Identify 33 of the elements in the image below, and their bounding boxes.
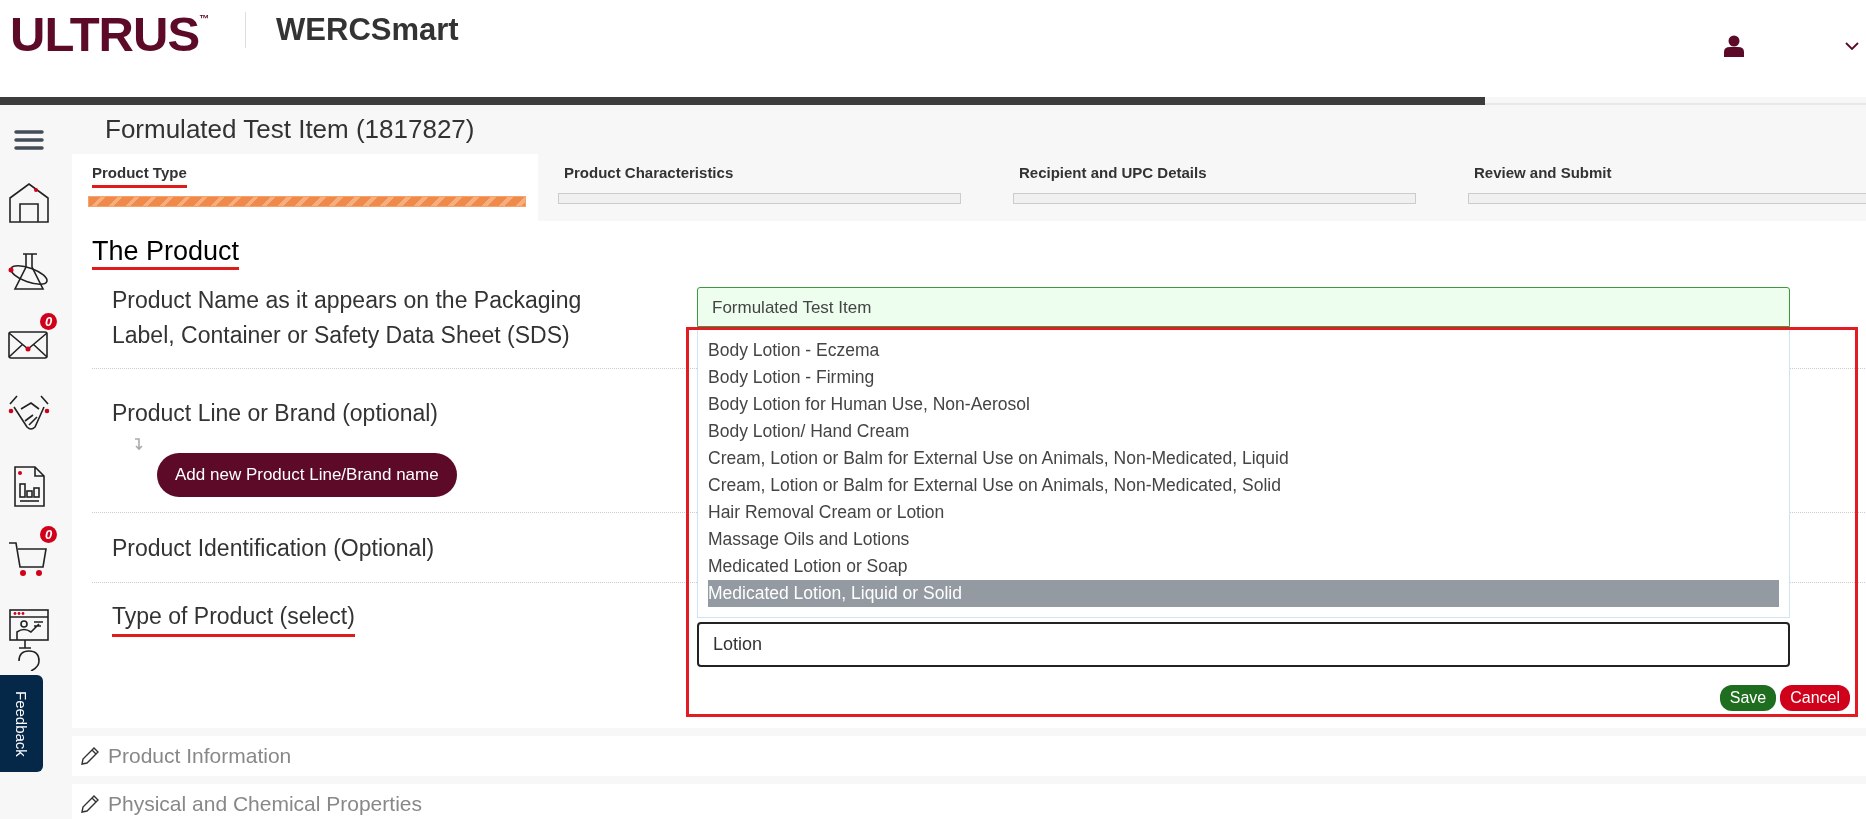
field-label: Product Line or Brand (optional) <box>112 399 439 428</box>
section-name: Physical and Chemical Properties <box>108 792 422 816</box>
dropdown-option[interactable]: Cream, Lotion or Balm for External Use on Animals, Non-Medicated, Solid <box>708 472 1779 499</box>
field-label: Product Identification (Optional) <box>112 534 435 563</box>
dropdown-option[interactable]: Body Lotion - Eczema <box>708 337 1779 364</box>
step-tab[interactable]: Product Characteristics <box>538 154 993 221</box>
search-field[interactable]: Lotion <box>697 622 1790 667</box>
step-tab[interactable]: Recipient and UPC Details <box>993 154 1448 221</box>
step-tab[interactable]: Product Type <box>72 154 538 221</box>
field-label: Product Name as it appears on the Packaging Label, Container or Safety Data Sheet (SDS) <box>112 286 582 350</box>
dropdown-option[interactable]: Cream, Lotion or Balm for External Use on Animals, Non-Medicated, Liquid <box>708 445 1779 472</box>
add-brand-button[interactable]: Add new Product Line/Brand name <box>157 453 457 497</box>
save-button[interactable]: Save <box>1719 685 1777 711</box>
ultrus-logo: ULTRUS™ <box>10 6 210 62</box>
dropdown-option[interactable]: Hair Removal Cream or Lotion <box>708 499 1779 526</box>
collapsed-section[interactable]: Physical and Chemical Properties <box>72 784 1866 819</box>
step-tab[interactable]: Review and Submit <box>1448 154 1866 221</box>
section-name: Product Information <box>108 744 292 768</box>
dropdown-option[interactable]: Medicated Lotion or Soap <box>708 553 1779 580</box>
product-name-field[interactable]: Formulated Test Item <box>697 287 1790 327</box>
page-title: Formulated Test Item (1817827) <box>105 114 476 144</box>
collapsed-section[interactable]: Product Information <box>72 736 1866 776</box>
count-badge: 0 <box>40 313 57 330</box>
dropdown-option[interactable]: Body Lotion for Human Use, Non-Aerosol <box>708 391 1779 418</box>
feedback-tab[interactable]: Feedback <box>0 675 43 772</box>
dropdown-option[interactable]: Body Lotion - Firming <box>708 364 1779 391</box>
section-title: The Product <box>92 235 240 270</box>
field-label: Type of Product (select) <box>112 599 355 637</box>
dropdown-option[interactable]: Massage Oils and Lotions <box>708 526 1779 553</box>
app-name: WERCSmart <box>276 12 459 48</box>
count-badge: 0 <box>40 526 57 543</box>
cancel-button[interactable]: Cancel <box>1780 685 1850 711</box>
dropdown-option[interactable]: Body Lotion/ Hand Cream <box>708 418 1779 445</box>
